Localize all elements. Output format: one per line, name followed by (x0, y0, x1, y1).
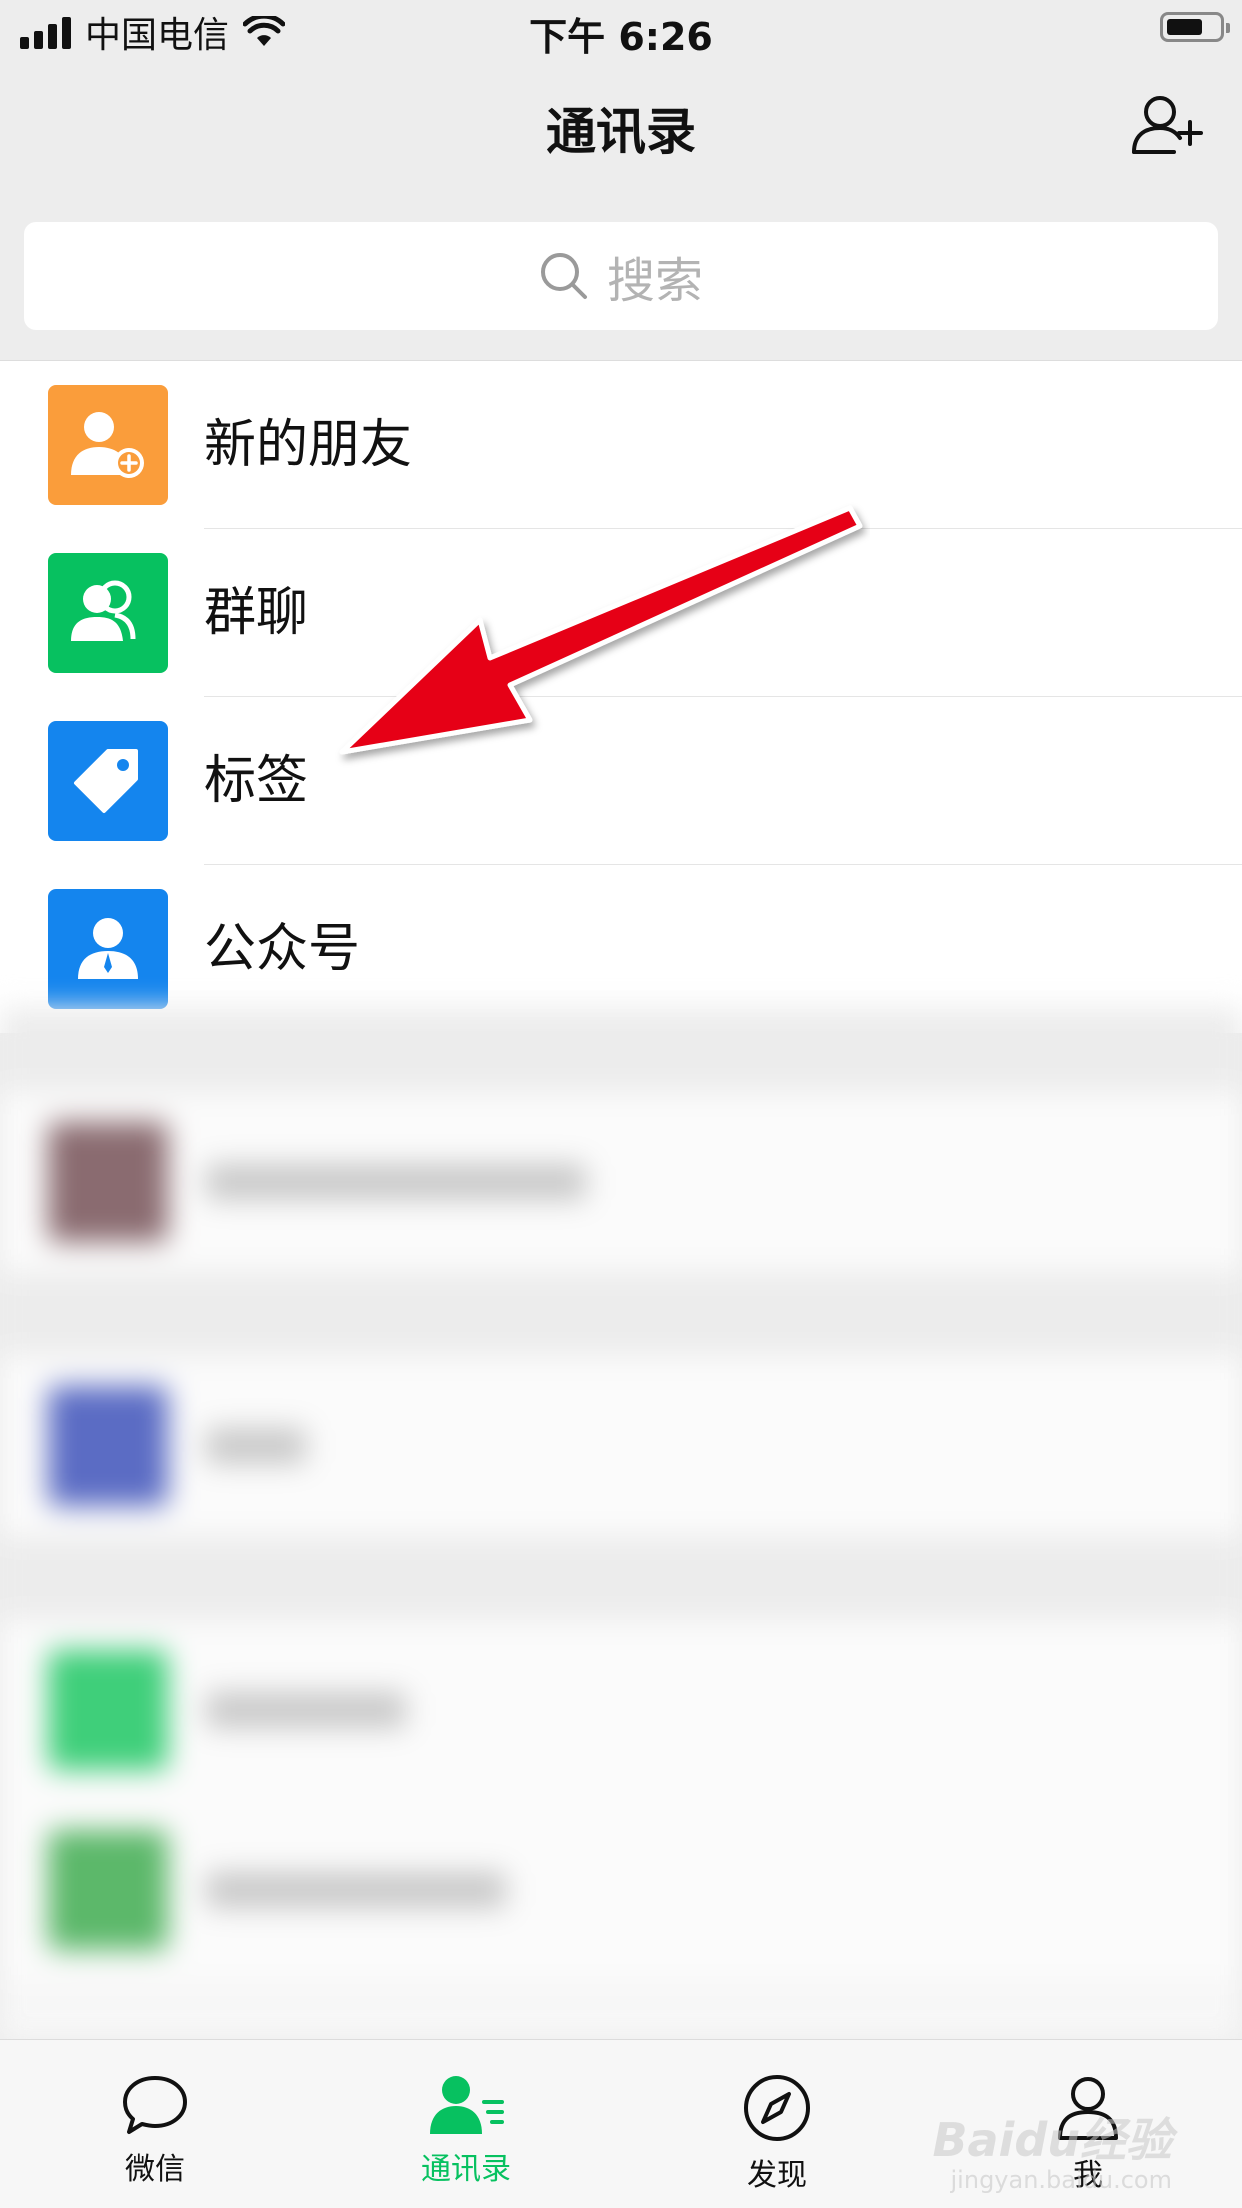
status-bar: 中国电信 下午 6:26 (0, 0, 1242, 64)
tab-label: 通讯录 (421, 2152, 511, 2187)
red-arrow-annotation (339, 505, 863, 755)
tab-label: 微信 (125, 2152, 185, 2187)
battery-icon (1160, 12, 1230, 42)
nav-bar: 通讯录 (0, 64, 1242, 194)
contact-name-placeholder (206, 1872, 506, 1908)
list-item-label: 标签 (204, 751, 309, 811)
search-icon (540, 253, 587, 299)
list-item-label: 群聊 (204, 583, 309, 643)
add-contact-icon (1132, 96, 1203, 154)
new-friend-icon (48, 385, 168, 505)
watermark: Baidu经验 (932, 2113, 1172, 2167)
section-header (0, 1272, 1242, 1356)
list-item (0, 1356, 1242, 1536)
search-bar[interactable]: 搜索 (24, 222, 1218, 330)
avatar (48, 1650, 168, 1770)
tab-label: 发现 (747, 2158, 807, 2193)
battery-level (1167, 19, 1202, 35)
group-chat-icon (48, 553, 168, 673)
add-contact-button[interactable] (1130, 92, 1204, 158)
contacts-icon (430, 2076, 504, 2134)
list-item (0, 1092, 1242, 1272)
section-header (0, 1536, 1242, 1620)
contact-name-placeholder (206, 1164, 586, 1200)
contact-name-placeholder (206, 1428, 306, 1464)
blurred-contact-list (0, 1008, 1242, 2040)
watermark-url: jingyan.baidu.com (950, 2166, 1172, 2194)
list-item (0, 1620, 1242, 1800)
page-title: 通讯录 (546, 103, 696, 161)
chat-bubble-icon (123, 2076, 187, 2134)
avatar (48, 1386, 168, 1506)
official-account-icon (48, 889, 168, 1009)
compass-icon (744, 2075, 810, 2141)
tab-wechat[interactable]: 微信 (55, 2040, 255, 2208)
avatar (48, 1830, 168, 1950)
tab-discover[interactable]: 发现 (677, 2040, 877, 2208)
contact-name-placeholder (206, 1692, 406, 1728)
section-header (0, 1008, 1242, 1092)
list-item (0, 1800, 1242, 1980)
avatar (48, 1122, 168, 1242)
status-time: 下午 6:26 (529, 15, 713, 59)
search-placeholder: 搜索 (606, 253, 703, 309)
bottom-tab-bar: 微信 通讯录 发现 我 Baidu经验 jingyan.baidu.com (0, 2039, 1242, 2208)
tab-contacts[interactable]: 通讯录 (366, 2040, 566, 2208)
tag-icon (48, 721, 168, 841)
